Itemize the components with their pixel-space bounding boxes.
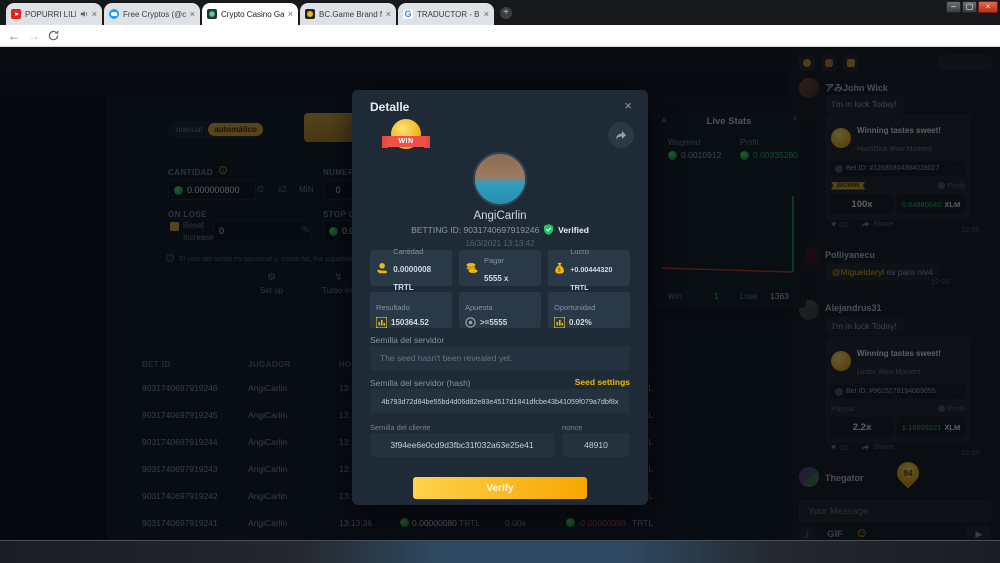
server-seed-box: The seed hasn't been revealed yet. <box>370 346 630 370</box>
tab-bcgame[interactable]: BC.Game Brand New Medal Ever × <box>300 3 396 25</box>
back-icon[interactable]: ← <box>8 29 20 43</box>
target-icon <box>465 317 476 328</box>
win-medal-label: WIN <box>386 136 426 147</box>
forward-icon[interactable]: → <box>28 29 40 43</box>
chart-icon <box>554 317 565 328</box>
stat-value: +0.00444320 TRTL <box>570 265 612 292</box>
bet-detail-modal: Detalle × WIN AngiCarlin BETTING ID: 903… <box>352 90 648 505</box>
stat-value: 0.0000008 TRTL <box>393 265 431 292</box>
verified-label: Verified <box>558 225 589 235</box>
server-seed-hash-box[interactable]: 4b793d72d84be55bd4d06d82e83e4517d1841dfc… <box>370 389 630 413</box>
server-seed-label: Semilla del servidor <box>370 335 444 345</box>
tab-twitter[interactable]: Free Cryptos (@cryptosfaucets) × <box>104 3 200 25</box>
windows-taskbar: ES ▲ × 01:17 p.m. 16/03/2021 <box>0 540 1000 563</box>
chart-icon <box>376 317 387 328</box>
verify-button[interactable]: Verify <box>413 477 587 499</box>
stat-label: Oportunidad <box>554 303 595 312</box>
stat-value: 0.02% <box>569 318 592 327</box>
stat-card-apuesta: Apuesta >=5555 <box>459 292 541 328</box>
tab-close-icon[interactable]: × <box>386 10 391 19</box>
tab-close-icon[interactable]: × <box>92 10 97 19</box>
tab-google[interactable]: G TRADUCTOR - Buscar con Googl × <box>398 3 494 25</box>
tab-close-icon[interactable]: × <box>484 10 489 19</box>
window-minimize-button[interactable]: – <box>946 1 961 13</box>
client-seed-label: Semilla del cliente <box>370 423 430 432</box>
tab-audio-icon[interactable] <box>80 10 88 18</box>
nonce-label: nonce <box>562 423 582 432</box>
stat-card-cantidad: Cantidad0.0000008 TRTL <box>370 250 452 286</box>
betting-id-row: BETTING ID: 9031740697919246 Verified <box>352 224 648 235</box>
close-icon[interactable]: × <box>624 98 632 113</box>
tab-title: Crypto Casino Games - The 16 B <box>221 10 284 19</box>
youtube-icon <box>11 9 21 19</box>
stat-label: Lucro <box>570 247 589 256</box>
coins-icon <box>465 261 479 275</box>
google-icon: G <box>403 9 413 19</box>
stat-label: Cantidad <box>393 247 423 256</box>
window-maximize-button[interactable]: ▢ <box>962 1 977 13</box>
win-medal-badge: WIN <box>380 118 432 158</box>
player-name[interactable]: AngiCarlin <box>352 210 648 222</box>
stat-card-pagar: Pagar 5555 x <box>459 250 541 286</box>
stat-card-resultado: Resultado 150364.52 <box>370 292 452 328</box>
tab-close-icon[interactable]: × <box>190 10 195 19</box>
tab-youtube[interactable]: POPURRI LILLY GOODMAN × <box>6 3 102 25</box>
browser-tabstrip: POPURRI LILLY GOODMAN × Free Cryptos (@c… <box>0 0 1000 25</box>
bcgame-icon <box>305 9 315 19</box>
bcgame-icon <box>207 9 217 19</box>
tab-title: Free Cryptos (@cryptosfaucets) <box>123 10 186 19</box>
nonce-value: 48910 <box>584 440 608 450</box>
screen: POPURRI LILLY GOODMAN × Free Cryptos (@c… <box>0 0 1000 563</box>
svg-text:$: $ <box>558 267 561 273</box>
money-bag-icon: $ <box>554 261 565 275</box>
server-seed-hash-label: Semilla del servidor (hash) <box>370 378 471 388</box>
modal-title: Detalle <box>370 100 409 114</box>
stat-label: Pagar <box>484 256 504 265</box>
seed-settings-link[interactable]: Seed settings <box>575 377 630 387</box>
stat-card-oportunidad: Oportunidad 0.02% <box>548 292 630 328</box>
share-icon <box>615 130 627 140</box>
player-avatar[interactable] <box>473 152 527 206</box>
browser-toolbar: ← → bc.game/limbo ☆ ⋮ <box>0 25 1000 47</box>
betting-id: BETTING ID: 9031740697919246 <box>411 225 539 235</box>
tab-active-casino[interactable]: Crypto Casino Games - The 16 B × <box>202 3 298 25</box>
refresh-icon[interactable] <box>48 30 59 41</box>
server-seed-hash-value: 4b793d72d84be55bd4d06d82e83e4517d1841dfc… <box>381 397 618 406</box>
stat-card-lucro: $ Lucro+0.00444320 TRTL <box>548 250 630 286</box>
window-close-button[interactable]: × <box>978 1 998 13</box>
tab-title: TRADUCTOR - Buscar con Googl <box>417 10 480 19</box>
tab-title: POPURRI LILLY GOODMAN <box>25 10 76 19</box>
nonce-box[interactable]: 48910 <box>562 433 630 457</box>
stat-label: Apuesta <box>465 303 493 312</box>
tab-close-icon[interactable]: × <box>288 10 293 19</box>
verified-shield-icon <box>544 224 553 235</box>
stat-label: Resultado <box>376 303 410 312</box>
tab-title: BC.Game Brand New Medal Ever <box>319 10 382 19</box>
stat-value: >=5555 <box>480 318 507 327</box>
stat-value: 5555 x <box>484 274 508 283</box>
twitter-icon <box>109 9 119 19</box>
server-seed-value: The seed hasn't been revealed yet. <box>380 353 513 363</box>
share-button[interactable] <box>608 122 634 148</box>
client-seed-box[interactable]: 3f94ee6e0cd9d3fbc31f032a63e25e41 <box>370 433 554 457</box>
hand-coin-icon <box>376 261 388 275</box>
new-tab-button[interactable]: + <box>500 7 512 19</box>
stat-value: 150364.52 <box>391 318 429 327</box>
client-seed-value: 3f94ee6e0cd9d3fbc31f032a63e25e41 <box>390 440 533 450</box>
